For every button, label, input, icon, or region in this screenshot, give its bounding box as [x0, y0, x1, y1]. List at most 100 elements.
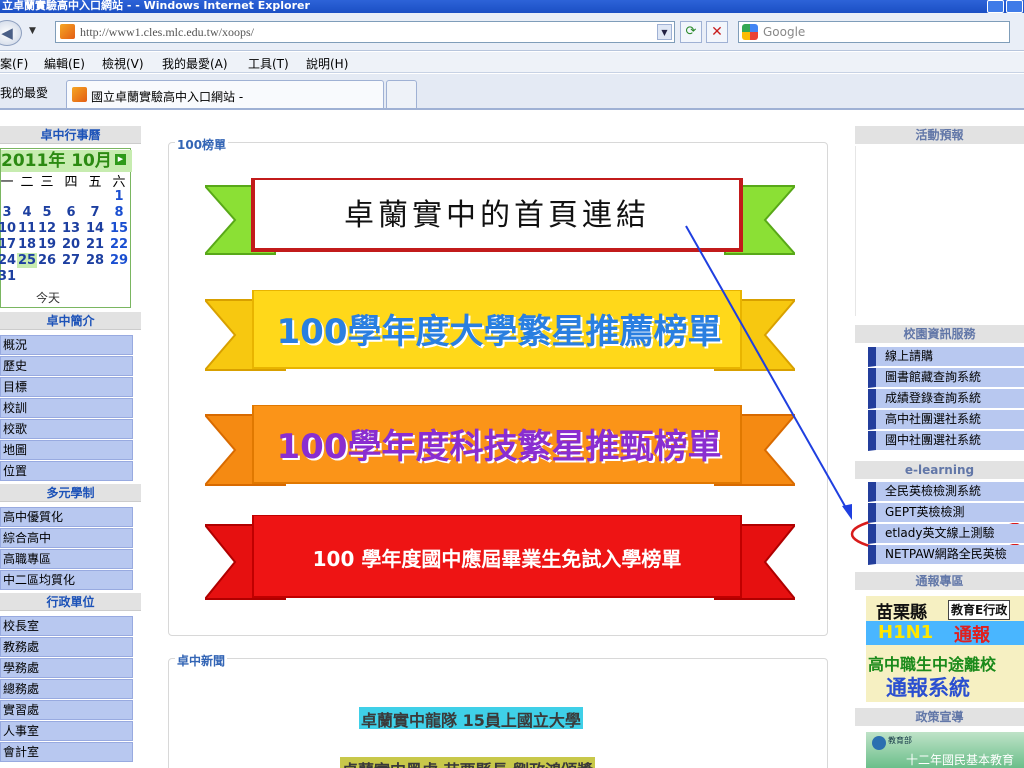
stop-button[interactable]: ✕ — [706, 21, 728, 43]
honor-list-legend: 100榜單 — [175, 136, 229, 153]
right-link-item[interactable]: 全民英檢檢測系統 — [868, 482, 1024, 502]
calendar-grid: 1 3 4 5 6 7 8 10 11 12 13 14 15 17 18 19 20 21 22 24 25 26 27 2… — [0, 189, 132, 289]
menu-tools[interactable]: 工具(T) — [248, 55, 289, 72]
calendar-day[interactable]: 22 — [109, 237, 129, 252]
left-nav-item[interactable]: 人事室 — [0, 721, 133, 741]
calendar-day[interactable]: 6 — [61, 205, 81, 220]
calendar-day[interactable]: 27 — [61, 253, 81, 268]
right-link-item[interactable]: 圖書館藏查詢系統 — [868, 368, 1024, 388]
left-nav-item[interactable]: 學務處 — [0, 658, 133, 678]
new-tab-button[interactable] — [386, 80, 417, 108]
calendar-today-link[interactable]: 今天 — [36, 289, 60, 306]
left-section-heading: 多元學制 — [0, 484, 141, 502]
news-item-link[interactable]: 卓蘭實中龍隊 15員上國立大學 — [359, 707, 583, 730]
calendar-day[interactable]: 12 — [37, 221, 57, 236]
left-nav-item[interactable]: 地圖 — [0, 440, 133, 460]
favorites-label[interactable]: 我的最愛 — [0, 84, 48, 101]
left-nav-item[interactable]: 校長室 — [0, 616, 133, 636]
menu-edit[interactable]: 編輯(E) — [44, 55, 85, 72]
policy-heading: 政策宣導 — [855, 708, 1024, 726]
calendar-day[interactable]: 11 — [17, 221, 37, 236]
menu-view[interactable]: 檢視(V) — [102, 55, 144, 72]
calendar-day[interactable]: 7 — [85, 205, 105, 220]
banner-homepage-link[interactable]: 卓蘭實中的首頁連結 — [205, 178, 795, 262]
banner-junior-admission-text: 100 學年度國中應屆畢業生免試入學榜單 — [312, 547, 682, 571]
calendar-day[interactable]: 8 — [109, 205, 129, 220]
search-field[interactable]: Google — [738, 21, 1010, 43]
calendar-day[interactable]: 5 — [37, 205, 57, 220]
left-nav-item[interactable]: 實習處 — [0, 700, 133, 720]
left-nav-item[interactable]: 總務處 — [0, 679, 133, 699]
banner-university-star-text: 100學年度大學繁星推薦榜單 — [276, 312, 722, 352]
calendar-day[interactable]: 28 — [85, 253, 105, 268]
banner-tech-star[interactable]: 100學年度科技繁星推甄榜單 — [205, 405, 795, 491]
right-link-item[interactable]: 成績登錄查詢系統 — [868, 389, 1024, 409]
refresh-button[interactable]: ⟳ — [680, 21, 702, 43]
news-legend: 卓中新聞 — [175, 652, 228, 669]
left-nav-item[interactable]: 會計室 — [0, 742, 133, 762]
left-nav-item[interactable]: 概況 — [0, 335, 133, 355]
left-nav-item[interactable]: 高中優質化 — [0, 507, 133, 527]
left-nav-item[interactable]: 校歌 — [0, 419, 133, 439]
site-favicon-icon — [60, 24, 75, 39]
right-link-item[interactable]: NETPAW網路全民英檢 — [868, 545, 1024, 565]
banner-university-star[interactable]: 100學年度大學繁星推薦榜單 — [205, 290, 795, 376]
address-dropdown-icon[interactable]: ▼ — [657, 24, 672, 40]
right-link-item[interactable]: 高中社團選社系統 — [868, 410, 1024, 430]
weekday: 六 — [112, 175, 126, 190]
tab-school-portal[interactable]: 國立卓蘭實驗高中入口網站 - — [66, 80, 384, 108]
right-link-item[interactable]: GEPT英檢檢測 — [868, 503, 1024, 523]
menu-favorites[interactable]: 我的最愛(A) — [162, 55, 228, 72]
left-nav-item[interactable]: 目標 — [0, 377, 133, 397]
calendar-day[interactable]: 10 — [0, 221, 17, 236]
left-nav-item[interactable]: 高職專區 — [0, 549, 133, 569]
left-nav-item[interactable]: 歷史 — [0, 356, 133, 376]
menu-file[interactable]: 案(F) — [0, 55, 28, 72]
calendar-day[interactable]: 15 — [109, 221, 129, 236]
campus-services-heading: 校園資訊服務 — [855, 325, 1024, 343]
left-nav-item[interactable]: 中二區均質化 — [0, 570, 133, 590]
right-link-item[interactable]: etlady英文線上測驗 — [868, 524, 1024, 544]
calendar-day[interactable]: 13 — [61, 221, 81, 236]
calendar-week-row: 345678 — [1, 205, 132, 221]
site-favicon-icon — [72, 87, 87, 102]
calendar-month: 2011年 10月 — [1, 150, 132, 172]
report-notify: 通報 — [954, 625, 990, 646]
calendar-day[interactable]: 29 — [109, 253, 129, 268]
report-h1n1: H1N1 — [878, 622, 934, 643]
calendar-next-icon[interactable]: ▶ — [115, 154, 126, 165]
calendar-day[interactable]: 18 — [17, 237, 37, 252]
left-nav-item[interactable]: 教務處 — [0, 637, 133, 657]
calendar-day[interactable]: 20 — [61, 237, 81, 252]
calendar-month-label: 2011年 10月 — [1, 151, 112, 171]
news-item-link[interactable]: 卓蘭實中黑虎 苗栗縣長 劉政鴻頒獎 — [340, 757, 596, 768]
calendar-day[interactable]: 1 — [109, 189, 129, 204]
calendar-day[interactable]: 19 — [37, 237, 57, 252]
history-dropdown-icon[interactable]: ▼ — [29, 26, 36, 36]
policy-banner[interactable]: 教育部 十二年國民基本教育 — [866, 732, 1024, 768]
calendar-day[interactable]: 3 — [0, 205, 17, 220]
calendar-day[interactable]: 21 — [85, 237, 105, 252]
calendar-day[interactable]: 26 — [37, 253, 57, 268]
calendar-day[interactable]: 25 — [17, 253, 37, 268]
left-nav-item[interactable]: 位置 — [0, 461, 133, 481]
right-link-item[interactable]: 線上請購 — [868, 347, 1024, 367]
left-nav-item[interactable]: 綜合高中 — [0, 528, 133, 548]
calendar-day[interactable]: 17 — [0, 237, 17, 252]
left-nav-item[interactable]: 校訓 — [0, 398, 133, 418]
address-field[interactable]: http://www1.cles.mlc.edu.tw/xoops/ ▼ — [55, 21, 675, 43]
policy-text: 十二年國民基本教育 — [906, 753, 1015, 767]
report-system-banner[interactable]: 苗栗縣 教育E行政 H1N1 通報 高中職生中途離校 通報系統 — [866, 596, 1024, 702]
calendar-day[interactable]: 14 — [85, 221, 105, 236]
minimize-button[interactable] — [987, 0, 1004, 13]
left-section-spacer — [0, 763, 141, 765]
calendar-day[interactable]: 4 — [17, 205, 37, 220]
menu-help[interactable]: 說明(H) — [306, 55, 348, 72]
banner-junior-admission[interactable]: 100 學年度國中應屆畢業生免試入學榜單 — [205, 515, 795, 605]
maximize-button[interactable] — [1006, 0, 1023, 13]
right-link-item[interactable]: 國中社團選社系統 — [868, 431, 1024, 451]
report-heading: 通報專區 — [855, 572, 1024, 590]
calendar-day[interactable]: 24 — [0, 253, 17, 268]
calendar-day[interactable]: 31 — [0, 269, 17, 284]
calendar-week-row: 1 — [1, 189, 132, 205]
